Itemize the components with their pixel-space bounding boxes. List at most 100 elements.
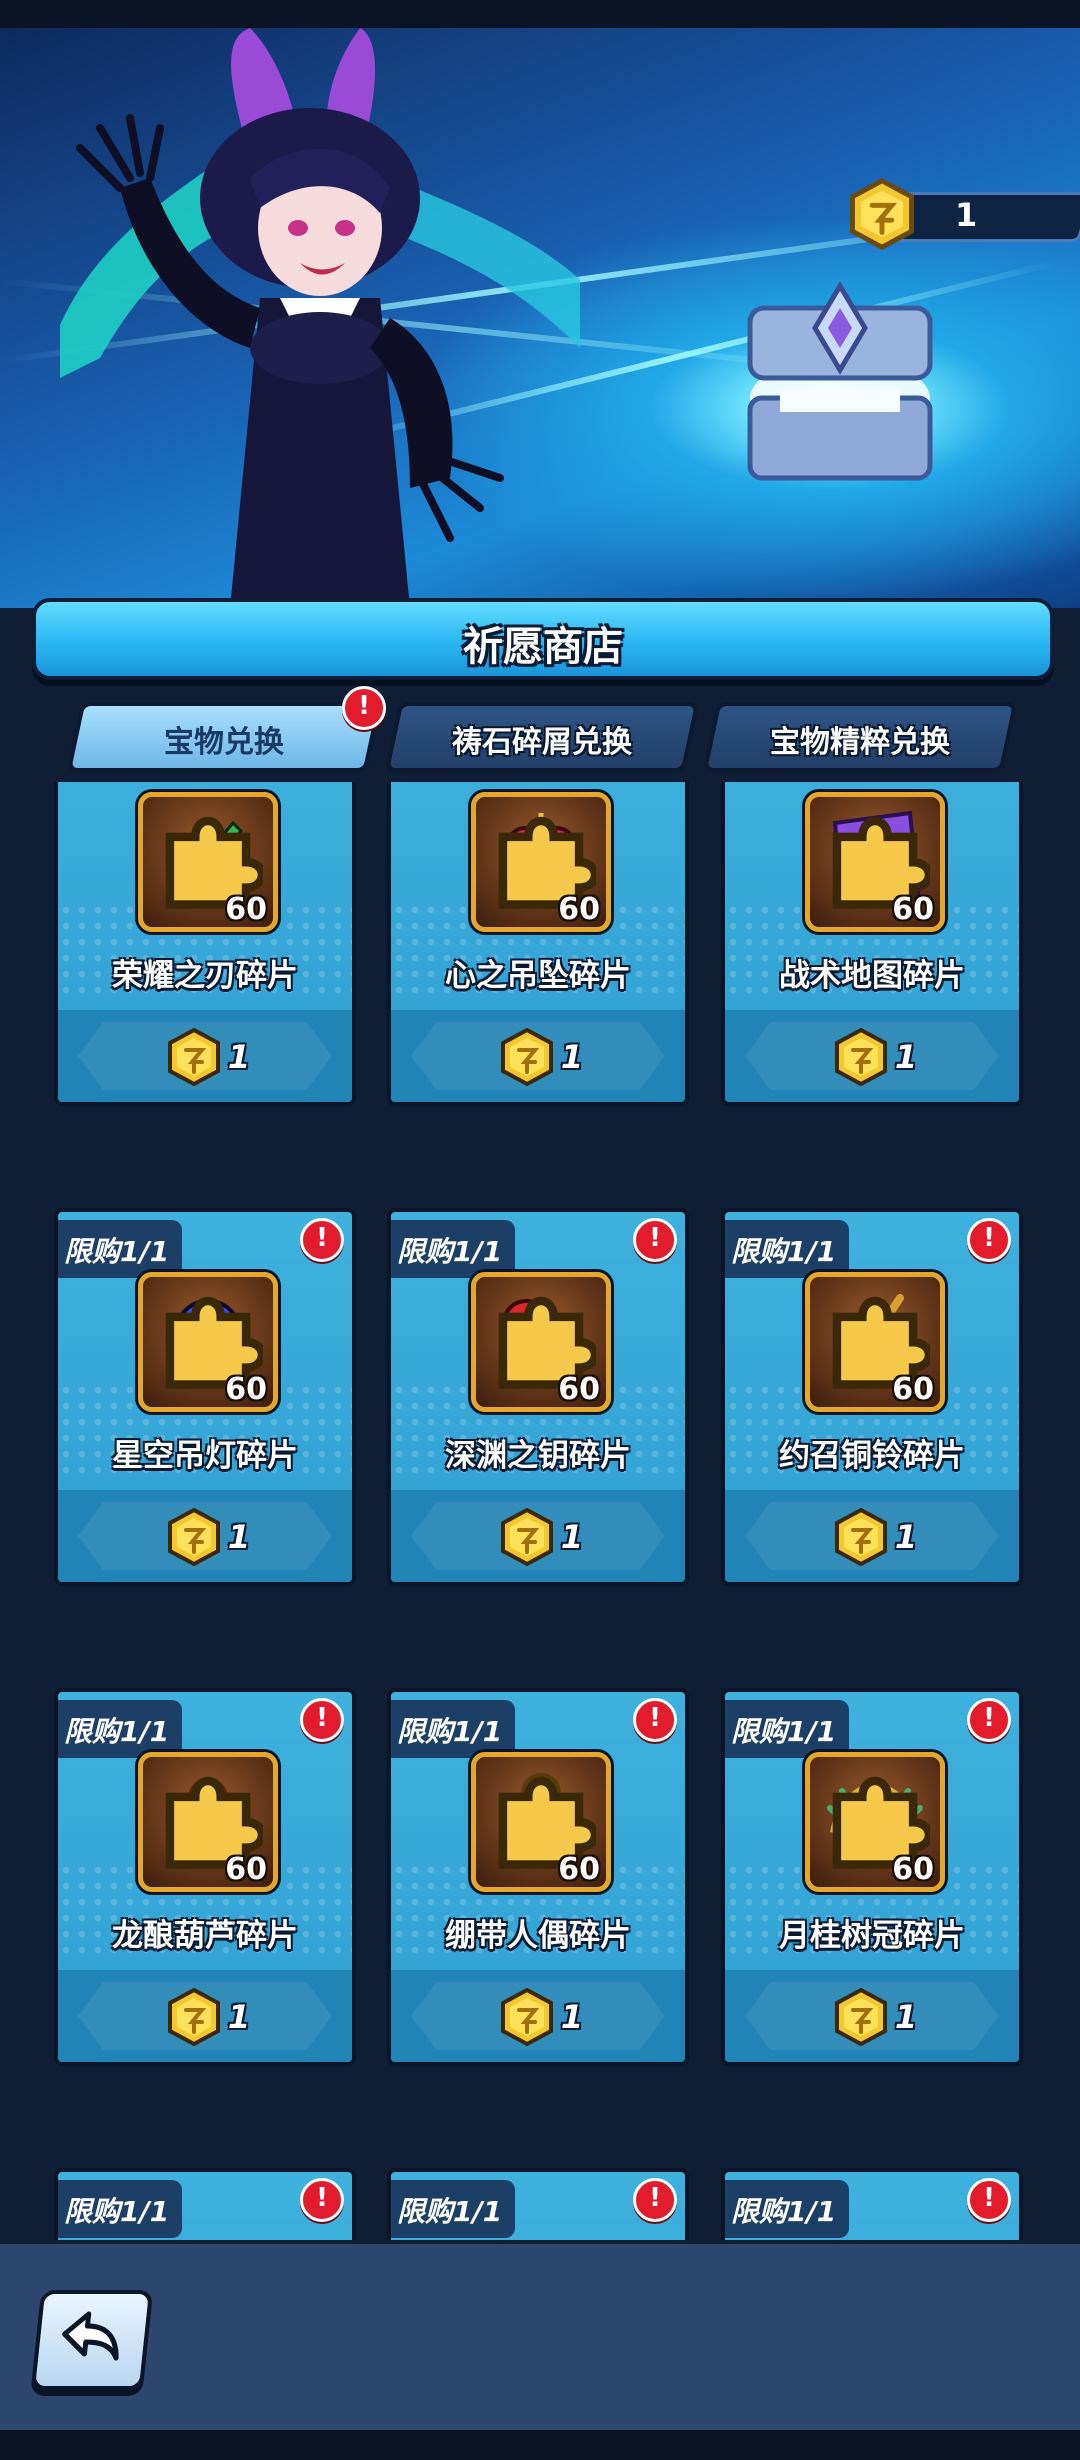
- tab-label: 宝物精粹兑换: [770, 725, 950, 760]
- gold-token-icon: [834, 1027, 887, 1087]
- new-item-alert-badge: !: [300, 1218, 344, 1262]
- bottom-nav: [0, 2240, 1080, 2434]
- shop-item-card[interactable]: 60 战术地图碎片 1: [721, 782, 1023, 1106]
- new-item-alert-badge: !: [967, 1218, 1011, 1262]
- price-button[interactable]: 1: [725, 1987, 1019, 2047]
- purchase-limit-tag: 限购1/1: [391, 1700, 515, 1758]
- item-name: 心之吊坠碎片: [445, 958, 631, 994]
- shop-item-card[interactable]: 限购1/1! 60 龙酿葫芦碎片 1: [54, 1688, 356, 2066]
- item-name: 约召铜铃碎片: [779, 1438, 965, 1474]
- item-icon-frame: 60: [471, 1752, 611, 1892]
- back-button[interactable]: [30, 2290, 154, 2390]
- item-icon-frame: 60: [805, 1752, 945, 1892]
- system-nav-bar: [0, 2430, 1080, 2460]
- gold-token-icon: [167, 1987, 220, 2047]
- price-button[interactable]: 1: [58, 1507, 352, 1567]
- shop-item-card[interactable]: 限购1/1! 60 星空吊灯碎片 1: [54, 1208, 356, 1586]
- new-item-alert-badge: !: [300, 2178, 344, 2222]
- item-icon-frame: 60: [138, 1272, 278, 1412]
- status-bar: [0, 0, 1080, 28]
- item-quantity: 60: [225, 1852, 267, 1887]
- purchase-limit-tag: 限购1/1: [391, 1220, 515, 1278]
- item-quantity: 60: [892, 892, 934, 927]
- item-name: 绷带人偶碎片: [445, 1918, 631, 1954]
- tab-prayer-stone-exchange[interactable]: 祷石碎屑兑换: [384, 702, 700, 772]
- new-item-alert-badge: !: [633, 1218, 677, 1262]
- tab-alert-badge: !: [342, 686, 386, 730]
- shop-item-card[interactable]: 限购1/1! 60 月桂树冠碎片 1: [721, 1688, 1023, 2066]
- price-button[interactable]: 1: [391, 1507, 685, 1567]
- item-icon-frame: 60: [805, 792, 945, 932]
- item-price: 1: [227, 1518, 251, 1556]
- purchase-limit-tag: 限购1/1: [725, 1220, 849, 1278]
- tab-treasure-exchange[interactable]: 宝物兑换 !: [66, 686, 386, 772]
- item-icon-frame: 60: [471, 1272, 611, 1412]
- tab-label: 宝物兑换: [164, 725, 284, 760]
- shop-item-card[interactable]: 60 荣耀之刃碎片 1: [54, 782, 356, 1106]
- item-quantity: 60: [225, 1372, 267, 1407]
- item-quantity: 60: [558, 1852, 600, 1887]
- item-price: 1: [560, 1518, 584, 1556]
- item-name: 星空吊灯碎片: [112, 1438, 298, 1474]
- item-name: 龙酿葫芦碎片: [112, 1918, 298, 1954]
- item-name: 战术地图碎片: [779, 958, 965, 994]
- item-name: 月桂树冠碎片: [779, 1918, 965, 1954]
- gold-token-icon: [500, 1507, 553, 1567]
- gold-token-icon: [167, 1027, 220, 1087]
- item-icon-frame: 60: [138, 1752, 278, 1892]
- purchase-limit-tag: 限购1/1: [391, 2180, 515, 2238]
- price-button[interactable]: 1: [725, 1507, 1019, 1567]
- item-icon-frame: 60: [138, 792, 278, 932]
- price-button[interactable]: 1: [391, 1987, 685, 2047]
- purchase-limit-tag: 限购1/1: [58, 1700, 182, 1758]
- shop-title-bar: 祈愿商店: [32, 598, 1054, 680]
- shop-item-card[interactable]: 限购1/1! 60 深渊之钥碎片 1: [387, 1208, 689, 1586]
- new-item-alert-badge: !: [967, 2178, 1011, 2222]
- new-item-alert-badge: !: [633, 1698, 677, 1742]
- treasure-chest-illustration: [747, 281, 933, 481]
- item-price: 1: [227, 1998, 251, 2036]
- item-price: 1: [894, 1518, 918, 1556]
- new-item-alert-badge: !: [300, 1698, 344, 1742]
- purchase-limit-tag: 限购1/1: [58, 1220, 182, 1278]
- gold-token-icon: [834, 1987, 887, 2047]
- price-button[interactable]: 1: [58, 1987, 352, 2047]
- shop-item-card[interactable]: 限购1/1! 60 约召铜铃碎片 1: [721, 1208, 1023, 1586]
- currency-amount: 1: [955, 196, 978, 234]
- shop-item-card[interactable]: 60 心之吊坠碎片 1: [387, 782, 689, 1106]
- gold-token-icon: [500, 1987, 553, 2047]
- gold-token-icon: [500, 1027, 553, 1087]
- item-quantity: 60: [558, 892, 600, 927]
- shop-banner: 1: [0, 28, 1080, 608]
- item-price: 1: [227, 1038, 251, 1076]
- purchase-limit-tag: 限购1/1: [725, 1700, 849, 1758]
- item-quantity: 60: [892, 1372, 934, 1407]
- gold-token-icon: [834, 1507, 887, 1567]
- purchase-limit-tag: 限购1/1: [58, 2180, 182, 2238]
- new-item-alert-badge: !: [967, 1698, 1011, 1742]
- shop-title: 祈愿商店: [463, 624, 623, 670]
- tab-treasure-essence-exchange[interactable]: 宝物精粹兑换: [702, 702, 1018, 772]
- item-quantity: 60: [225, 892, 267, 927]
- purchase-limit-tag: 限购1/1: [725, 2180, 849, 2238]
- shop-item-card[interactable]: 限购1/1!: [387, 2168, 689, 2240]
- item-icon-frame: 60: [471, 792, 611, 932]
- item-price: 1: [560, 1998, 584, 2036]
- new-item-alert-badge: !: [633, 2178, 677, 2222]
- item-quantity: 60: [892, 1852, 934, 1887]
- price-button[interactable]: 1: [725, 1027, 1019, 1087]
- tab-label: 祷石碎屑兑换: [452, 725, 632, 760]
- item-name: 荣耀之刃碎片: [112, 958, 298, 994]
- item-name: 深渊之钥碎片: [445, 1438, 631, 1474]
- shop-item-card[interactable]: 限购1/1!: [721, 2168, 1023, 2240]
- currency-display: 1: [850, 177, 1080, 251]
- shop-item-grid[interactable]: 60 荣耀之刃碎片 1 60 心之吊坠碎片 1 60 战术地图碎片 1 限购1/1! 60 星空吊灯碎…: [0, 782, 1080, 2240]
- item-quantity: 60: [558, 1372, 600, 1407]
- price-button[interactable]: 1: [391, 1027, 685, 1087]
- shop-item-card[interactable]: 限购1/1! 60 绷带人偶碎片 1: [387, 1688, 689, 2066]
- gold-token-icon: [167, 1507, 220, 1567]
- price-button[interactable]: 1: [58, 1027, 352, 1087]
- item-price: 1: [560, 1038, 584, 1076]
- item-price: 1: [894, 1998, 918, 2036]
- shop-item-card[interactable]: 限购1/1!: [54, 2168, 356, 2240]
